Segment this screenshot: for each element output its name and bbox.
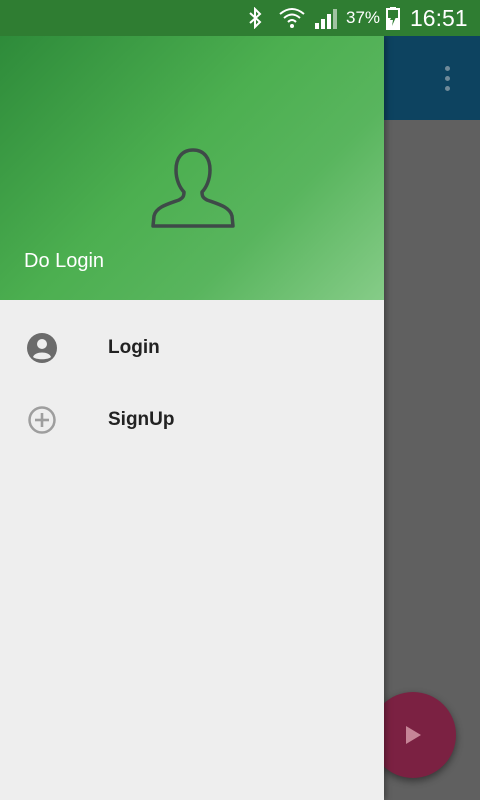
wifi-icon	[278, 0, 306, 36]
drawer-header: Do Login	[0, 36, 384, 300]
battery-percentage: 37%	[346, 8, 381, 27]
bluetooth-icon	[244, 0, 266, 36]
status-bar: 37% 16:51	[0, 0, 480, 36]
account-circle-icon	[24, 330, 60, 366]
battery-charging-icon	[384, 0, 402, 36]
signal-icon	[312, 0, 340, 36]
play-icon	[406, 726, 421, 744]
screen: 37% 16:51 Do Login Login SignUp	[0, 0, 480, 800]
clock: 16:51	[410, 5, 468, 31]
drawer-item-label: SignUp	[108, 409, 175, 430]
header-title: Do Login	[24, 250, 105, 272]
drawer-menu: Login SignUp	[0, 300, 384, 456]
drawer-item-label: Login	[108, 337, 160, 358]
navigation-drawer: Do Login Login SignUp	[0, 36, 384, 800]
add-circle-icon	[24, 402, 60, 438]
drawer-item-login[interactable]: Login	[0, 312, 384, 384]
more-vert-icon[interactable]	[430, 60, 464, 96]
user-outline-icon[interactable]	[148, 144, 238, 230]
drawer-item-signup[interactable]: SignUp	[0, 384, 384, 456]
